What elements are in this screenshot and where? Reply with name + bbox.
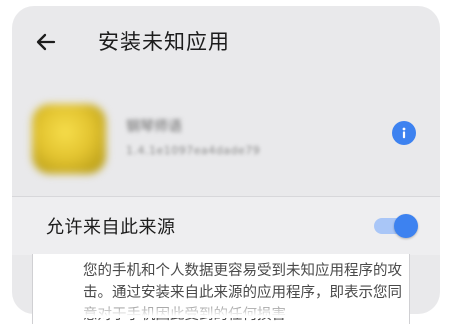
app-bar: 安装未知应用 (12, 6, 440, 76)
back-button[interactable] (34, 30, 58, 54)
app-version: 1.4.1e1097ea4dade79 (126, 144, 261, 157)
allow-source-label: 允许来自此来源 (46, 217, 176, 238)
app-info-row: 钢琴师语 1.4.1e1097ea4dade79 (12, 90, 440, 190)
allow-source-row[interactable]: 允许来自此来源 (12, 197, 440, 255)
arrow-left-icon (36, 33, 56, 51)
warning-fade (33, 298, 409, 318)
warning-panel: 您的手机和个人数据更容易受到未知应用程序的攻击。通过安装来自此来源的应用程序，即… (32, 254, 410, 324)
page-title: 安装未知应用 (98, 30, 230, 54)
app-name: 钢琴师语 (126, 119, 182, 135)
toggle-knob (394, 214, 418, 238)
info-icon (402, 127, 406, 139)
app-icon (32, 104, 106, 174)
allow-source-toggle[interactable] (372, 214, 418, 238)
app-info-button[interactable] (392, 121, 416, 145)
